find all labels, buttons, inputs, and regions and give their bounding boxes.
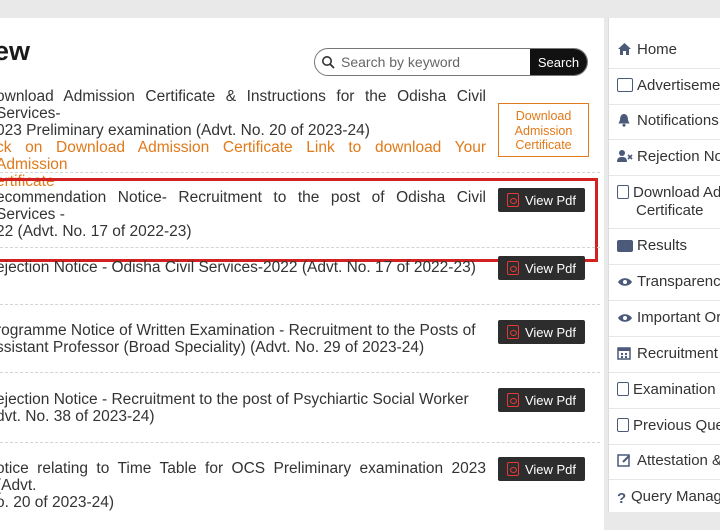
sidebar-item-results[interactable]: Results [617, 237, 720, 255]
notice-text[interactable]: rogramme Notice of Written Examination -… [0, 322, 486, 356]
view-pdf-button[interactable]: View Pdf [498, 256, 585, 280]
file-icon [617, 185, 629, 199]
sidebar-item-recruitment[interactable]: Recruitment [617, 345, 720, 363]
page: ew Search ownload Admission Certificate … [0, 0, 720, 530]
sidebar-item-important-orders[interactable]: Important Or [617, 309, 720, 327]
bell-icon [617, 113, 633, 127]
divider [0, 372, 600, 373]
download-admission-certificate-button[interactable]: Download Admission Certificate [498, 103, 589, 157]
user-remove-icon [617, 149, 633, 163]
divider [609, 408, 720, 409]
divider [609, 336, 720, 337]
sidebar-item-transparency[interactable]: Transparenc [617, 273, 720, 291]
edit-icon [617, 453, 633, 467]
sidebar: Home Advertiseme Notifications Rejection… [608, 18, 720, 512]
divider [0, 172, 600, 173]
sidebar-item-advertisement[interactable]: Advertiseme [617, 77, 720, 95]
divider [609, 68, 720, 69]
divider [609, 139, 720, 140]
view-pdf-button[interactable]: View Pdf [498, 388, 585, 412]
divider [609, 228, 720, 229]
notice-text[interactable]: ownload Admission Certificate & Instruct… [0, 88, 486, 190]
divider [0, 442, 600, 443]
pdf-icon [506, 193, 519, 207]
file-icon [617, 418, 629, 432]
divider [609, 175, 720, 176]
search-icon [315, 49, 341, 75]
question-icon: ? [617, 490, 627, 507]
page-title: ew [0, 36, 31, 66]
sidebar-item-download-admission-certificate[interactable]: Download Ad Certificate [617, 184, 720, 220]
sidebar-item-rejection-notice[interactable]: Rejection No [617, 148, 720, 166]
id-card-icon [617, 240, 633, 252]
sidebar-item-attestation[interactable]: Attestation & [617, 452, 720, 470]
sidebar-item-notifications[interactable]: Notifications [617, 112, 720, 130]
newspaper-icon [617, 78, 633, 92]
pdf-icon [506, 325, 519, 339]
divider [0, 304, 600, 305]
notice-text[interactable]: ejection Notice - Recruitment to the pos… [0, 391, 486, 425]
view-pdf-button[interactable]: View Pdf [498, 320, 585, 344]
search-input[interactable] [341, 49, 530, 75]
eye-icon [617, 275, 633, 289]
view-pdf-button[interactable]: View Pdf [498, 457, 585, 481]
divider [609, 104, 720, 105]
search-bar: Search [314, 48, 588, 76]
sidebar-item-examination[interactable]: Examination [617, 381, 720, 399]
search-button[interactable]: Search [530, 49, 587, 75]
sidebar-item-query-management[interactable]: ? Query Manag [617, 488, 720, 507]
divider [609, 264, 720, 265]
divider [609, 479, 720, 480]
divider [609, 372, 720, 373]
divider [609, 300, 720, 301]
sidebar-item-previous-questions[interactable]: Previous Que [617, 417, 720, 435]
home-icon [617, 42, 633, 56]
pdf-icon [506, 261, 519, 275]
pdf-icon [506, 393, 519, 407]
notice-text[interactable]: ejection Notice - Odisha Civil Services-… [0, 259, 486, 276]
eye-icon [617, 311, 633, 325]
notice-text[interactable]: ecommendation Notice- Recruitment to the… [0, 189, 486, 240]
notice-text[interactable]: otice relating to Time Table for OCS Pre… [0, 460, 486, 511]
file-icon [617, 382, 629, 396]
divider [609, 444, 720, 445]
calendar-icon [617, 346, 633, 360]
divider [0, 247, 600, 248]
view-pdf-button[interactable]: View Pdf [498, 188, 585, 212]
pdf-icon [506, 462, 519, 476]
main-panel: ew Search ownload Admission Certificate … [0, 18, 604, 530]
sidebar-item-home[interactable]: Home [617, 41, 720, 59]
